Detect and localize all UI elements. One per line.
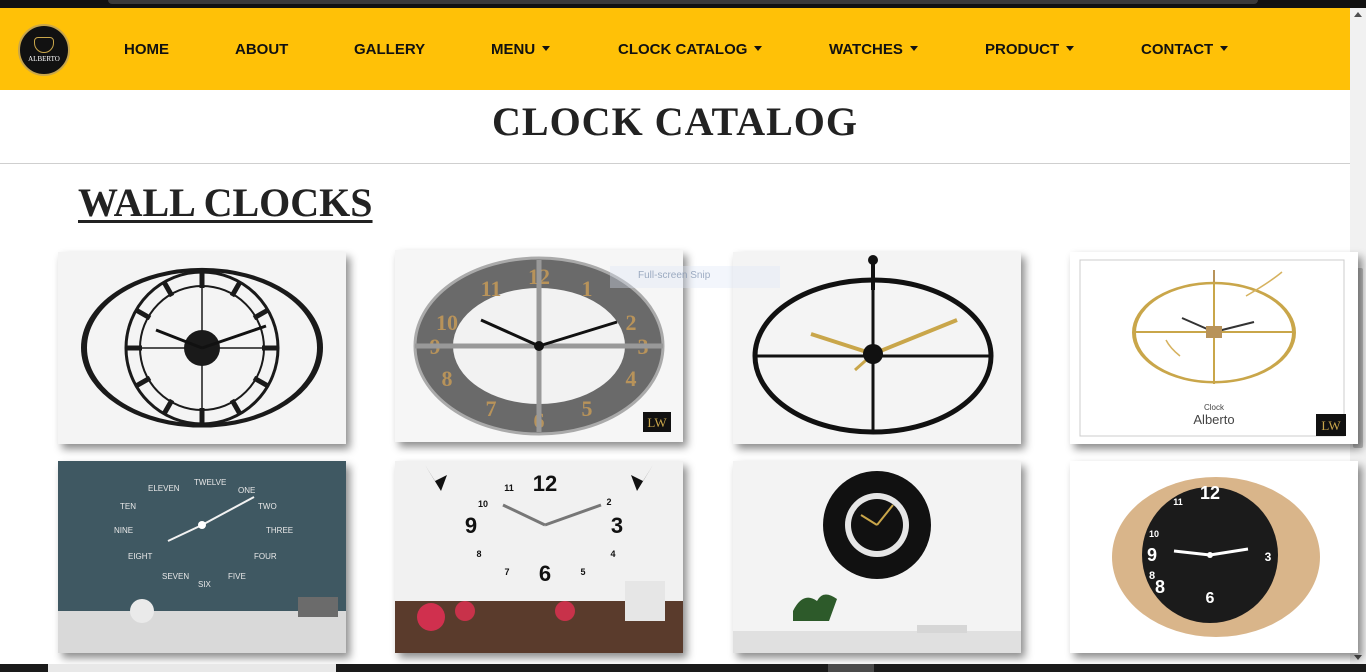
nav-contact-label: CONTACT xyxy=(1141,41,1214,58)
nav-gallery[interactable]: GALLERY xyxy=(354,41,425,59)
svg-text:11: 11 xyxy=(504,483,514,493)
svg-text:6: 6 xyxy=(539,561,551,586)
svg-text:1: 1 xyxy=(582,276,593,301)
caret-down-icon xyxy=(754,46,763,51)
divider xyxy=(0,163,1350,164)
svg-text:TEN: TEN xyxy=(120,502,136,511)
caret-down-icon xyxy=(1066,46,1075,51)
nav-watches-dropdown[interactable]: WATCHES xyxy=(829,41,918,59)
diy-wall-clock-image: 12 11 2 109 3 8 4 7 6 5 xyxy=(395,461,683,653)
product-card-roman-clock[interactable] xyxy=(58,252,346,444)
minimal-wall-clock-image xyxy=(733,252,1021,444)
svg-text:4: 4 xyxy=(610,549,615,559)
nav-clock-catalog-dropdown[interactable]: CLOCK CATALOG xyxy=(618,41,763,59)
svg-text:2: 2 xyxy=(626,310,637,335)
svg-text:2: 2 xyxy=(606,497,611,507)
nav-product-dropdown[interactable]: PRODUCT xyxy=(985,41,1075,59)
product-card-diy-clock[interactable]: 12 11 2 10 9 3 8 4 7 6 5 xyxy=(395,461,683,653)
section-title: WALL CLOCKS xyxy=(78,180,373,225)
svg-text:7: 7 xyxy=(504,567,509,577)
nav-contact-dropdown[interactable]: CONTACT xyxy=(1141,41,1229,59)
lw-badge: LW xyxy=(647,415,667,430)
svg-text:FIVE: FIVE xyxy=(228,572,246,581)
nav-menu-label: MENU xyxy=(491,41,536,58)
svg-text:12: 12 xyxy=(1200,483,1220,503)
word-wall-clock-image: TWELVE ONETWO THREE FOUR FIVE SIX SEVEN EIGHT… xyxy=(58,461,346,653)
svg-text:9: 9 xyxy=(465,513,477,538)
svg-text:TWO: TWO xyxy=(258,502,277,511)
lw-badge: LW xyxy=(1321,418,1341,433)
caret-down-icon xyxy=(542,46,551,51)
nav-watches-label: WATCHES xyxy=(829,41,903,58)
browser-top-strip xyxy=(0,0,1366,8)
svg-text:10: 10 xyxy=(436,310,458,335)
svg-text:EIGHT: EIGHT xyxy=(128,552,153,561)
svg-text:9: 9 xyxy=(1147,545,1157,565)
alberto-brand-label: Alberto xyxy=(1193,412,1234,427)
svg-text:11: 11 xyxy=(1173,497,1183,507)
svg-text:5: 5 xyxy=(582,396,593,421)
nav-product-label: PRODUCT xyxy=(985,41,1060,58)
brand-logo[interactable]: ALBERTO xyxy=(18,24,70,76)
svg-text:11: 11 xyxy=(481,276,502,301)
browser-bar xyxy=(108,0,1258,4)
product-card-alberto-gold-clock[interactable]: Clock Alberto LW xyxy=(1070,252,1358,444)
nav-menu-dropdown[interactable]: MENU xyxy=(491,41,551,59)
caret-down-icon xyxy=(909,46,918,51)
svg-text:NINE: NINE xyxy=(114,526,133,535)
svg-text:10: 10 xyxy=(478,499,488,509)
nav-home[interactable]: HOME xyxy=(124,41,169,59)
number-wall-clock-image xyxy=(733,461,1021,653)
nav-clock-catalog-label: CLOCK CATALOG xyxy=(618,41,748,58)
svg-text:FOUR: FOUR xyxy=(254,552,277,561)
svg-text:4: 4 xyxy=(626,366,637,391)
svg-text:SEVEN: SEVEN xyxy=(162,572,189,581)
nav-gallery-label: GALLERY xyxy=(354,41,426,58)
product-card-number-clock[interactable] xyxy=(733,461,1021,653)
svg-text:12: 12 xyxy=(533,471,557,496)
svg-text:8: 8 xyxy=(442,366,453,391)
svg-text:SIX: SIX xyxy=(198,580,212,589)
alberto-gold-clock-image: Clock Alberto LW xyxy=(1070,252,1358,444)
scroll-down-icon[interactable] xyxy=(1354,655,1362,660)
svg-text:6: 6 xyxy=(1206,590,1215,607)
svg-text:ELEVEN: ELEVEN xyxy=(148,484,180,493)
svg-text:ONE: ONE xyxy=(238,486,255,495)
nav-home-label: HOME xyxy=(124,41,169,58)
svg-text:5: 5 xyxy=(580,567,585,577)
product-card-wood-clock[interactable]: 12 11 9 10 88 36 xyxy=(1070,461,1358,653)
product-card-minimal-clock[interactable] xyxy=(733,252,1021,444)
product-card-word-clock[interactable]: TWELVE ONE TWO THREE FOUR FIVE SIX SEVEN EIGHT… xyxy=(58,461,346,653)
roman-wall-clock-image xyxy=(58,252,346,444)
taskbar-item[interactable] xyxy=(828,664,874,672)
alberto-small-label: Clock xyxy=(1204,403,1225,412)
svg-text:7: 7 xyxy=(486,396,497,421)
svg-text:8: 8 xyxy=(1155,577,1165,597)
nav-about-label: ABOUT xyxy=(235,41,289,58)
svg-text:3: 3 xyxy=(1265,550,1272,564)
svg-text:TWELVE: TWELVE xyxy=(194,478,226,487)
wood-wall-clock-image: 1211 910 88 36 xyxy=(1070,461,1358,653)
vintage-wall-clock-image: 12111 102 93 84 756 LW xyxy=(395,250,683,442)
crest-icon xyxy=(34,37,54,53)
svg-text:THREE: THREE xyxy=(266,526,293,535)
taskbar-strip xyxy=(0,664,1366,672)
svg-text:8: 8 xyxy=(476,549,481,559)
scroll-up-icon[interactable] xyxy=(1354,12,1362,17)
page-title: CLOCK CATALOG xyxy=(492,99,858,144)
navbar: ALBERTO HOME ABOUT GALLERY MENU CLOCK CA… xyxy=(0,8,1350,90)
logo-text: ALBERTO xyxy=(28,55,60,63)
caret-down-icon xyxy=(1220,46,1229,51)
product-card-vintage-clock[interactable]: 12111 102 93 84 756 LW xyxy=(395,250,683,442)
svg-text:10: 10 xyxy=(1149,529,1159,539)
nav-about[interactable]: ABOUT xyxy=(235,41,288,59)
svg-text:3: 3 xyxy=(611,513,623,538)
taskbar-item[interactable] xyxy=(48,664,336,672)
